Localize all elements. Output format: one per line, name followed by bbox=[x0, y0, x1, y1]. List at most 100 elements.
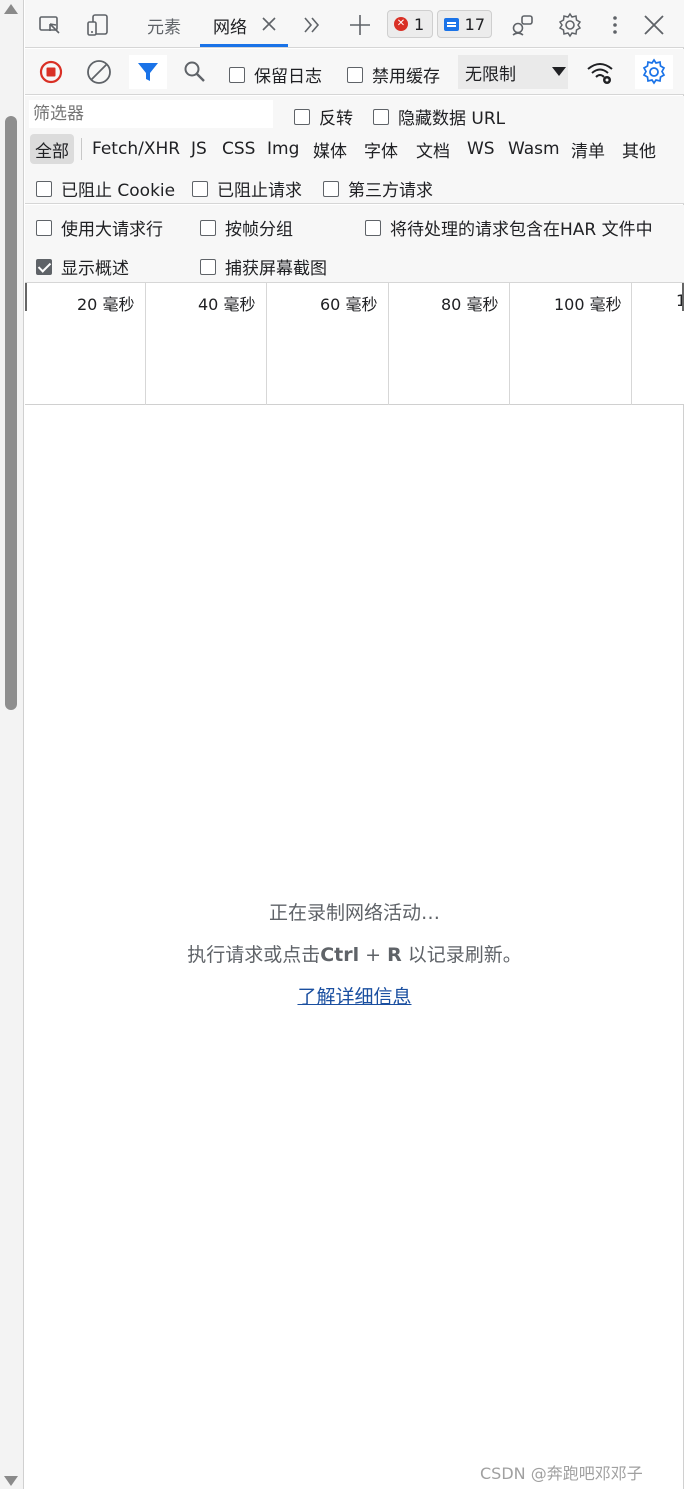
watermark-text: CSDN @奔跑吧邓邓子 bbox=[480, 1464, 643, 1483]
preserve-log-checkbox[interactable]: 保留日志 bbox=[229, 62, 322, 87]
timeline-right-handle[interactable] bbox=[682, 283, 684, 311]
more-tabs-chevron-icon[interactable] bbox=[299, 12, 325, 38]
timeline-label-partial: 1 bbox=[676, 291, 682, 310]
devtools-network-panel: 元素 网络 ✕ 1 17 保留日志 禁用缓存 无限制 筛选器 反转 隐藏数据 U… bbox=[25, 0, 684, 1489]
type-filter-media[interactable]: 媒体 bbox=[308, 134, 352, 164]
throttling-select[interactable]: 无限制 bbox=[458, 55, 568, 89]
blocked-requests-box[interactable] bbox=[192, 180, 208, 197]
error-count: 1 bbox=[414, 14, 425, 34]
filter-input[interactable] bbox=[29, 100, 273, 128]
clear-log-icon[interactable] bbox=[84, 57, 114, 87]
message-count-badge[interactable]: 17 bbox=[437, 10, 492, 38]
type-filter-all[interactable]: 全部 bbox=[30, 134, 74, 164]
hint-suffix: 以记录刷新。 bbox=[401, 944, 522, 966]
blocked-cookies-checkbox[interactable]: 已阻止 Cookie bbox=[36, 176, 175, 201]
tab-network[interactable]: 网络 bbox=[213, 13, 247, 38]
type-filter-css[interactable]: CSS bbox=[217, 134, 260, 164]
close-tab-icon[interactable] bbox=[258, 13, 280, 35]
capture-screenshots-checkbox[interactable]: 捕获屏幕截图 bbox=[200, 254, 327, 279]
hide-data-urls-box[interactable] bbox=[373, 108, 389, 125]
active-tab-indicator bbox=[200, 44, 288, 47]
capture-screenshots-label: 捕获屏幕截图 bbox=[225, 259, 327, 279]
type-filter-other[interactable]: 其他 bbox=[617, 134, 661, 164]
show-overview-checkbox[interactable]: 显示概述 bbox=[36, 254, 129, 279]
blocked-requests-label: 已阻止请求 bbox=[217, 181, 302, 201]
show-overview-label: 显示概述 bbox=[61, 259, 129, 279]
close-devtools-icon[interactable] bbox=[641, 12, 667, 38]
type-filter-font[interactable]: 字体 bbox=[359, 134, 403, 164]
timeline-overview[interactable]: 20 毫秒 40 毫秒 60 毫秒 80 毫秒 100 毫秒 1 bbox=[25, 283, 684, 405]
blocked-cookies-box[interactable] bbox=[36, 180, 52, 197]
devtools-tabbar: 元素 网络 ✕ 1 17 bbox=[25, 0, 684, 48]
shortcut-ctrl: Ctrl bbox=[320, 944, 360, 966]
stop-recording-icon[interactable] bbox=[36, 57, 66, 87]
disable-cache-checkbox[interactable]: 禁用缓存 bbox=[347, 62, 440, 87]
network-settings-pane: 使用大请求行 按帧分组 将待处理的请求包含在HAR 文件中 显示概述 捕获屏幕截… bbox=[25, 205, 684, 283]
add-tab-plus-icon[interactable] bbox=[347, 12, 373, 38]
group-by-frame-label: 按帧分组 bbox=[225, 220, 293, 240]
scroll-thumb[interactable] bbox=[5, 116, 17, 710]
more-options-kebab-icon[interactable] bbox=[602, 12, 628, 38]
big-rows-box[interactable] bbox=[36, 219, 52, 236]
include-pending-har-box[interactable] bbox=[365, 219, 381, 236]
type-filter-manifest[interactable]: 清单 bbox=[566, 134, 610, 164]
capture-screenshots-box[interactable] bbox=[200, 258, 216, 275]
inspect-element-icon[interactable] bbox=[37, 12, 63, 38]
show-overview-box[interactable] bbox=[36, 258, 52, 275]
message-count: 17 bbox=[464, 14, 485, 34]
settings-gear-icon[interactable] bbox=[557, 12, 583, 38]
network-toolbar: 保留日志 禁用缓存 无限制 bbox=[25, 49, 684, 95]
search-icon[interactable] bbox=[180, 57, 210, 87]
type-filter-js[interactable]: JS bbox=[186, 134, 212, 164]
network-settings-button[interactable] bbox=[635, 55, 673, 89]
type-filter-doc[interactable]: 文档 bbox=[411, 134, 455, 164]
tab-elements[interactable]: 元素 bbox=[147, 13, 181, 38]
filter-funnel-icon bbox=[138, 63, 158, 81]
blocked-cookies-label: 已阻止 Cookie bbox=[61, 181, 176, 201]
timeline-label-20ms: 20 毫秒 bbox=[77, 295, 135, 314]
customize-connections-icon[interactable] bbox=[509, 12, 535, 38]
invert-checkbox[interactable]: 反转 bbox=[294, 104, 353, 129]
network-conditions-wifi-icon[interactable] bbox=[585, 57, 615, 87]
scroll-down-arrow-icon[interactable] bbox=[4, 1476, 18, 1486]
shortcut-plus: + bbox=[359, 944, 388, 966]
recording-hint: 执行请求或点击Ctrl + R 以记录刷新。 bbox=[25, 940, 684, 967]
type-filter-fetch-xhr[interactable]: Fetch/XHR bbox=[87, 134, 185, 164]
scroll-up-arrow-icon[interactable] bbox=[4, 4, 18, 14]
group-by-frame-box[interactable] bbox=[200, 219, 216, 236]
include-pending-har-checkbox[interactable]: 将待处理的请求包含在HAR 文件中 bbox=[365, 215, 653, 240]
message-icon bbox=[444, 17, 459, 31]
big-rows-checkbox[interactable]: 使用大请求行 bbox=[36, 215, 163, 240]
learn-more-link[interactable]: 了解详细信息 bbox=[297, 986, 411, 1008]
hide-data-urls-checkbox[interactable]: 隐藏数据 URL bbox=[373, 104, 505, 129]
recording-status-text: 正在录制网络活动… bbox=[268, 902, 440, 924]
disable-cache-box[interactable] bbox=[347, 66, 363, 83]
group-by-frame-checkbox[interactable]: 按帧分组 bbox=[200, 215, 293, 240]
timeline-label-80ms: 80 毫秒 bbox=[441, 295, 499, 314]
learn-more-wrapper: 了解详细信息 bbox=[25, 982, 684, 1009]
type-filter-ws[interactable]: WS bbox=[462, 134, 500, 164]
type-separator bbox=[81, 138, 82, 160]
third-party-label: 第三方请求 bbox=[348, 181, 433, 201]
throttling-value: 无限制 bbox=[465, 64, 516, 85]
error-count-badge[interactable]: ✕ 1 bbox=[387, 10, 433, 38]
type-filter-wasm[interactable]: Wasm bbox=[503, 134, 565, 164]
hint-prefix: 执行请求或点击 bbox=[187, 944, 321, 966]
third-party-checkbox[interactable]: 第三方请求 bbox=[323, 176, 433, 201]
type-filter-img[interactable]: Img bbox=[262, 134, 304, 164]
filter-bar: 反转 隐藏数据 URL 全部 Fetch/XHR JS CSS Img 媒体 字… bbox=[25, 96, 684, 204]
network-settings-gear-icon bbox=[642, 58, 666, 85]
device-toolbar-icon[interactable] bbox=[85, 12, 111, 38]
invert-box[interactable] bbox=[294, 108, 310, 125]
filter-toggle-button[interactable] bbox=[129, 55, 167, 89]
left-scrollbar[interactable] bbox=[0, 0, 24, 1489]
third-party-box[interactable] bbox=[323, 180, 339, 197]
timeline-label-40ms: 40 毫秒 bbox=[198, 295, 256, 314]
shortcut-r: R bbox=[387, 944, 402, 966]
hide-data-urls-label: 隐藏数据 URL bbox=[398, 109, 506, 129]
preserve-log-box[interactable] bbox=[229, 66, 245, 83]
dropdown-arrow-icon bbox=[552, 67, 566, 76]
blocked-requests-checkbox[interactable]: 已阻止请求 bbox=[192, 176, 302, 201]
timeline-label-60ms: 60 毫秒 bbox=[320, 295, 378, 314]
big-rows-label: 使用大请求行 bbox=[61, 220, 163, 240]
